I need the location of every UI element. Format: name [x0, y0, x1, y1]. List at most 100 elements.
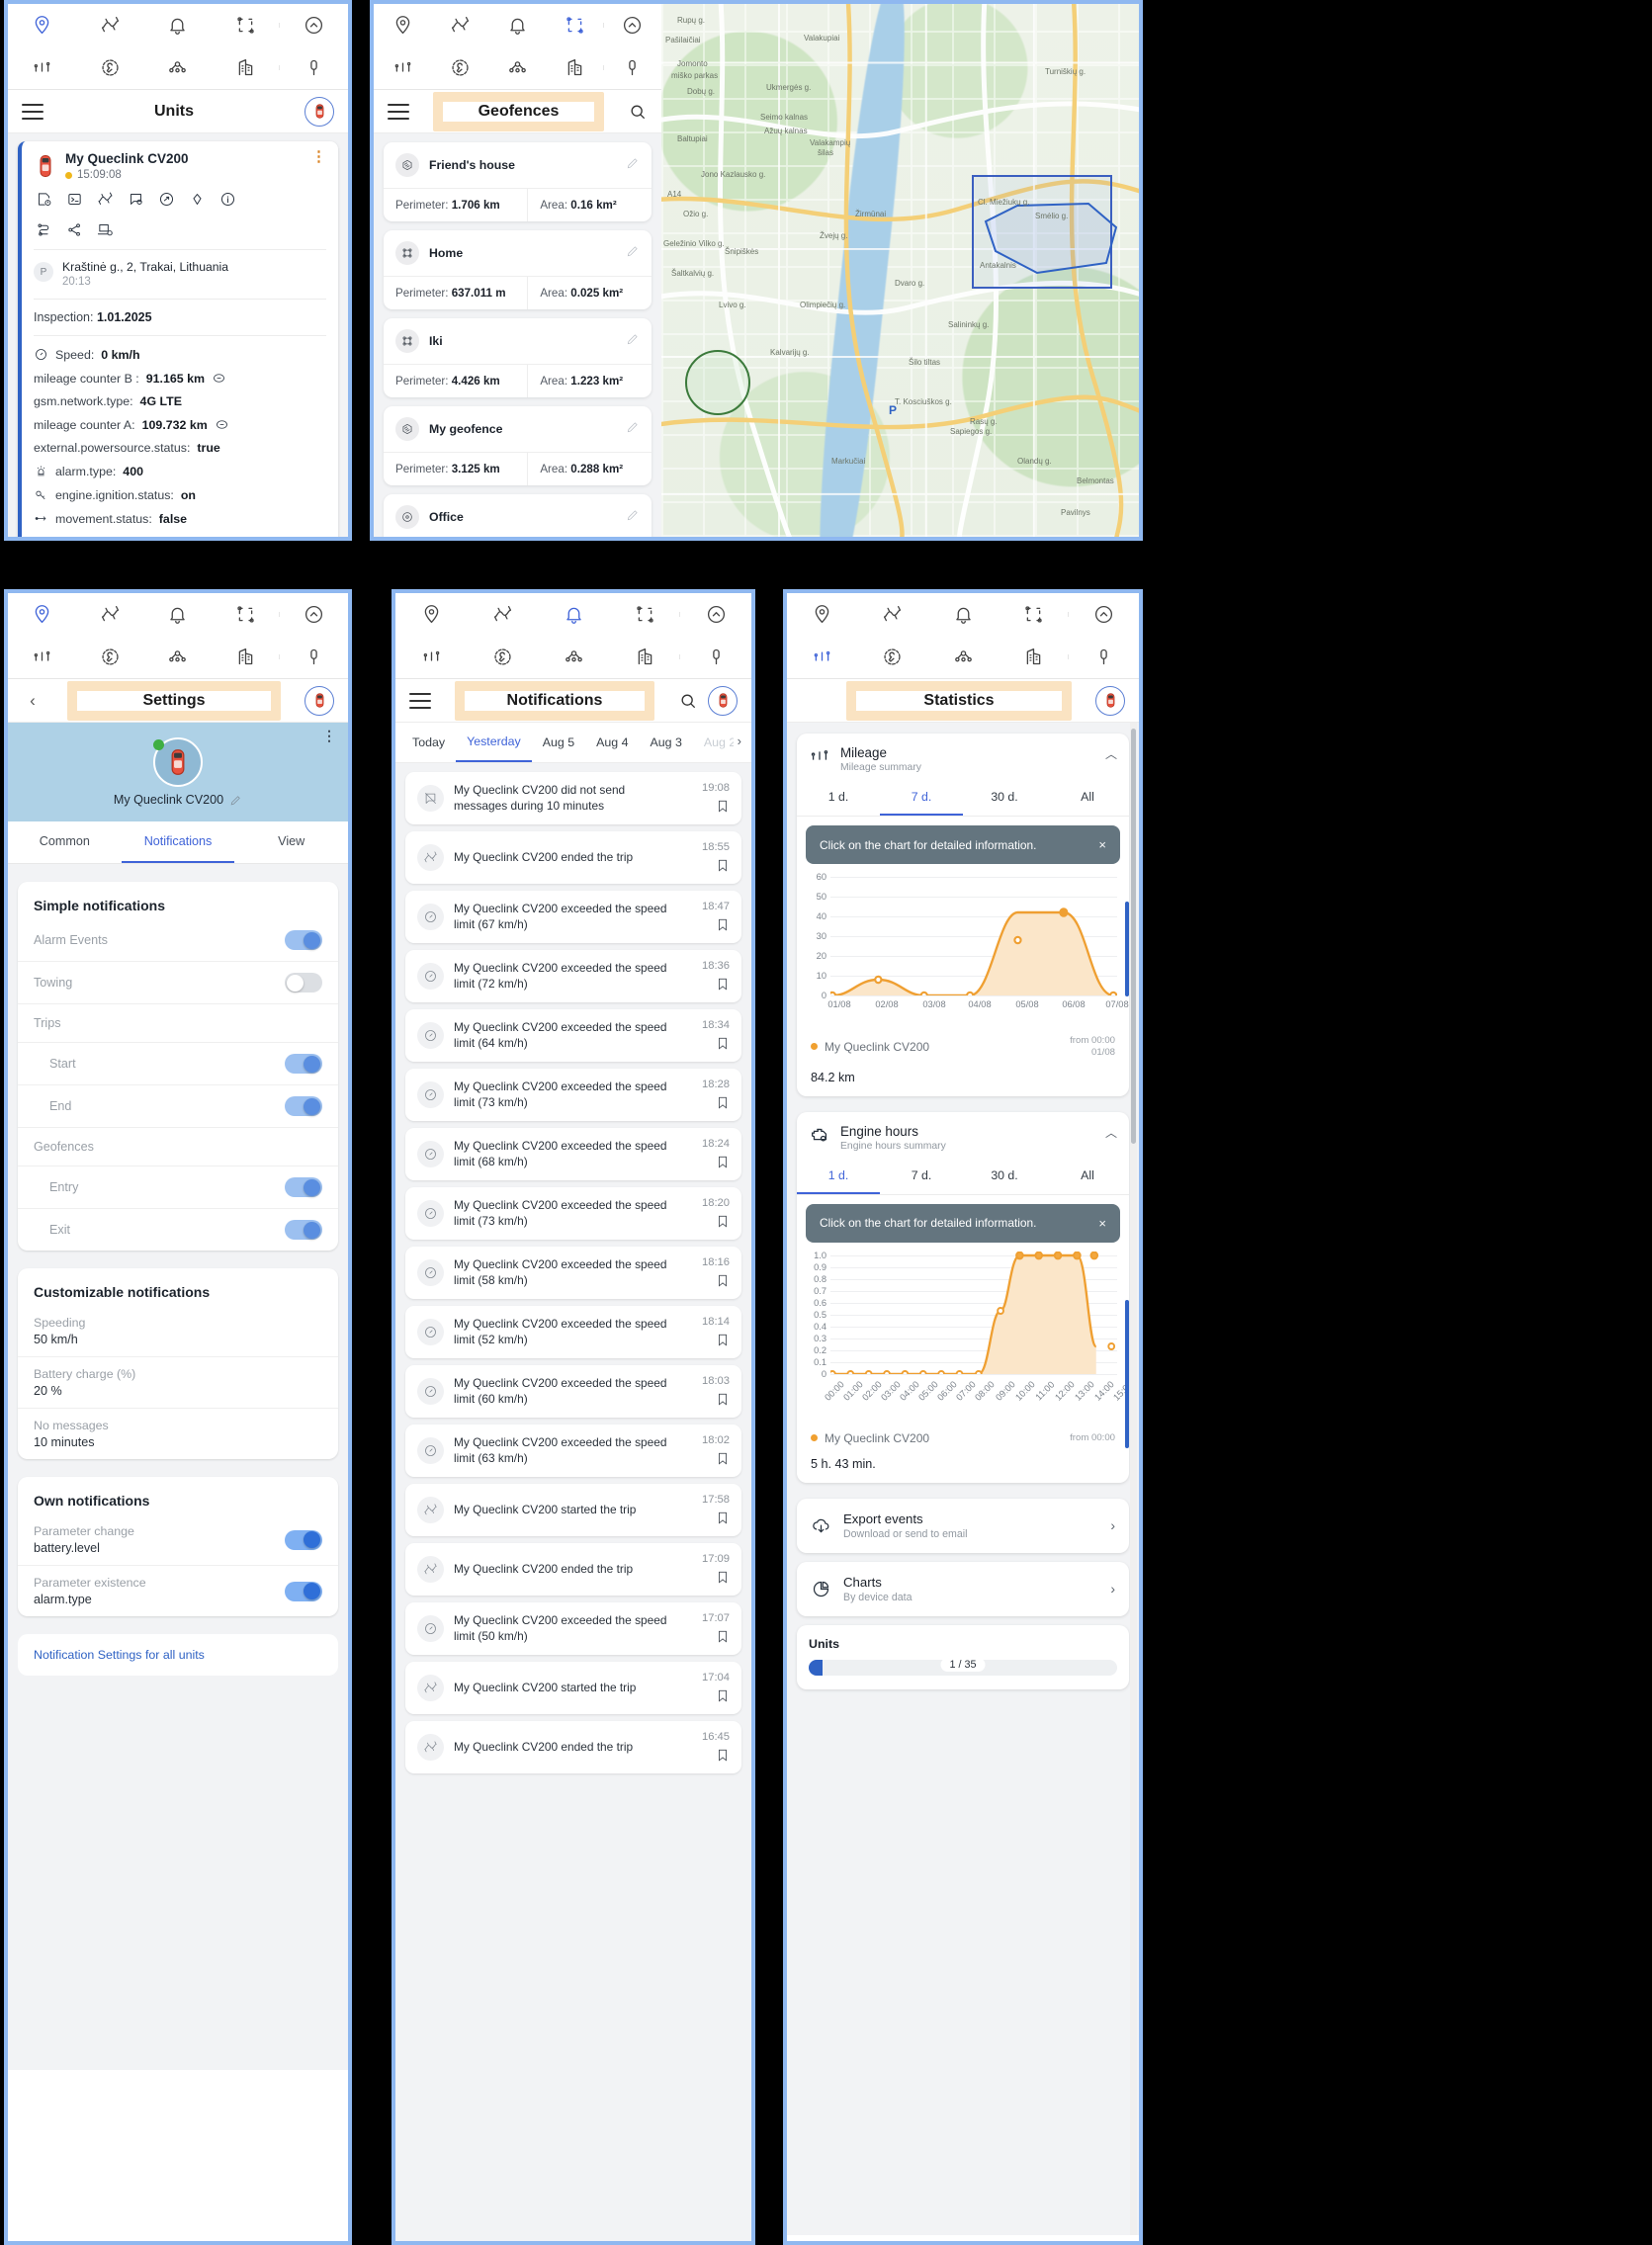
nav-location-pin[interactable]: [374, 15, 431, 36]
chevron-right-icon[interactable]: ›: [1110, 1581, 1115, 1597]
nav-share-nodes[interactable]: [144, 647, 213, 667]
geofence-card[interactable]: Friend's house Perimeter: 1.706 km Area:…: [384, 142, 652, 221]
info-icon[interactable]: [219, 191, 236, 208]
tab-view[interactable]: View: [234, 821, 348, 863]
nav-share-nodes[interactable]: [488, 57, 546, 78]
menu-button[interactable]: [388, 103, 409, 120]
bookmark-button[interactable]: [686, 1628, 730, 1645]
device-settings-icon[interactable]: [97, 221, 114, 238]
edit-geofence-button[interactable]: [626, 156, 640, 175]
list-item[interactable]: My Queclink CV200 ended the trip 17:09: [405, 1543, 741, 1596]
map-pane[interactable]: P Rupų g. Pašilaičiai Jomonto miško park…: [661, 4, 1139, 537]
list-item[interactable]: My Queclink CV200 exceeded the speed lim…: [405, 1247, 741, 1299]
route-icon[interactable]: [97, 191, 114, 208]
nav-maintenance[interactable]: [431, 57, 488, 78]
nav-notifications[interactable]: [144, 604, 213, 625]
setting-row-no-messages[interactable]: No messages 10 minutes: [18, 1409, 338, 1459]
nav-company[interactable]: [547, 57, 605, 78]
bookmark-button[interactable]: [686, 1391, 730, 1408]
nav-statistics[interactable]: [395, 647, 467, 667]
tab-aug-5[interactable]: Aug 5: [532, 724, 585, 761]
nav-share-nodes[interactable]: [144, 57, 213, 78]
list-item[interactable]: My Queclink CV200 started the trip 17:58: [405, 1484, 741, 1536]
bookmark-button[interactable]: [686, 798, 730, 815]
bookmark-button[interactable]: [686, 1213, 730, 1230]
list-item[interactable]: My Queclink CV200 did not send messages …: [405, 772, 741, 824]
list-item[interactable]: My Queclink CV200 exceeded the speed lim…: [405, 891, 741, 943]
nav-company[interactable]: [212, 57, 280, 78]
export-events-row[interactable]: Export events Download or send to email ›: [797, 1498, 1129, 1553]
mileage-chart[interactable]: 60 50 40 30 20 10 0 01/08 02/08 03/08 04…: [805, 872, 1129, 1011]
chevron-right-icon[interactable]: ›: [1110, 1517, 1115, 1533]
nav-geofences[interactable]: [999, 604, 1070, 625]
setting-row-trip-start[interactable]: Start: [18, 1043, 338, 1085]
edit-geofence-button[interactable]: [626, 420, 640, 439]
list-item[interactable]: My Queclink CV200 ended the trip 16:45: [405, 1721, 741, 1773]
nav-statistics[interactable]: [374, 57, 431, 78]
slider-knob[interactable]: [809, 1659, 823, 1676]
bookmark-button[interactable]: [686, 1272, 730, 1289]
list-item[interactable]: My Queclink CV200 exceeded the speed lim…: [405, 1306, 741, 1358]
range-1d[interactable]: 1 d.: [797, 1160, 880, 1194]
units-slider[interactable]: 1 / 35: [809, 1657, 1117, 1676]
report-icon[interactable]: [36, 191, 52, 208]
list-item[interactable]: My Queclink CV200 ended the trip 18:55: [405, 831, 741, 884]
range-all[interactable]: All: [1046, 1160, 1129, 1194]
nav-route[interactable]: [431, 15, 488, 36]
list-item[interactable]: My Queclink CV200 exceeded the speed lim…: [405, 1128, 741, 1180]
unit-avatar-button[interactable]: [1095, 685, 1125, 716]
nav-notifications[interactable]: [488, 15, 546, 36]
toggle-parameter-existence[interactable]: [285, 1581, 322, 1601]
nav-route[interactable]: [76, 15, 144, 36]
command-icon[interactable]: [66, 191, 83, 208]
geofence-card[interactable]: My geofence Perimeter: 3.125 km Area: 0.…: [384, 406, 652, 485]
unit-more-button[interactable]: ⋮: [311, 149, 326, 164]
bookmark-button[interactable]: [686, 1094, 730, 1111]
setting-row-trip-end[interactable]: End: [18, 1085, 338, 1128]
pencil-icon[interactable]: [229, 794, 242, 807]
nav-maintenance[interactable]: [467, 647, 538, 667]
bookmark-button[interactable]: [686, 1747, 730, 1764]
setting-row-parameter-change[interactable]: Parameter change battery.level: [18, 1514, 338, 1566]
nav-location-pin[interactable]: [395, 604, 467, 625]
list-item[interactable]: My Queclink CV200 exceeded the speed lim…: [405, 1187, 741, 1240]
nav-share-nodes[interactable]: [927, 647, 998, 667]
back-button[interactable]: ‹: [22, 691, 43, 711]
list-item[interactable]: My Queclink CV200 started the trip 17:04: [405, 1662, 741, 1714]
bookmark-button[interactable]: [686, 916, 730, 933]
unit-card[interactable]: My Queclink CV200 15:09:08 ⋮ P Kraštinė …: [18, 141, 338, 537]
nav-maintenance[interactable]: [857, 647, 927, 667]
setting-row-geofence-exit[interactable]: Exit: [18, 1209, 338, 1251]
toggle-geofence-entry[interactable]: [285, 1177, 322, 1197]
menu-button[interactable]: [409, 692, 431, 709]
list-item[interactable]: My Queclink CV200 exceeded the speed lim…: [405, 1069, 741, 1121]
bookmark-button[interactable]: [686, 1154, 730, 1170]
minus-circle-icon[interactable]: [212, 371, 226, 386]
nav-geofences[interactable]: [609, 604, 680, 625]
setting-row-battery-charge[interactable]: Battery charge (%) 20 %: [18, 1357, 338, 1409]
search-icon[interactable]: [678, 691, 698, 711]
nav-location-pin[interactable]: [8, 604, 76, 625]
nav-geofences[interactable]: [212, 604, 280, 625]
nav-pin[interactable]: [280, 647, 348, 667]
nav-collapse[interactable]: [680, 604, 751, 625]
nav-notifications[interactable]: [538, 604, 609, 625]
toggle-alarm-events[interactable]: [285, 930, 322, 950]
nav-statistics[interactable]: [787, 647, 857, 667]
nav-share-nodes[interactable]: [538, 647, 609, 667]
range-30d[interactable]: 30 d.: [963, 781, 1046, 816]
unit-avatar-button[interactable]: [708, 685, 738, 716]
share-icon[interactable]: [66, 221, 83, 238]
range-all[interactable]: All: [1046, 781, 1129, 816]
nav-pin[interactable]: [280, 57, 348, 78]
bookmark-button[interactable]: [686, 1510, 730, 1526]
range-7d[interactable]: 7 d.: [880, 781, 963, 816]
trips-icon[interactable]: [36, 221, 52, 238]
edit-geofence-button[interactable]: [626, 244, 640, 263]
locate-icon[interactable]: [189, 191, 206, 208]
edit-geofence-button[interactable]: [626, 508, 640, 527]
nav-collapse[interactable]: [604, 15, 661, 36]
setting-row-speeding[interactable]: Speeding 50 km/h: [18, 1306, 338, 1357]
nav-location-pin[interactable]: [8, 15, 76, 36]
charts-row[interactable]: Charts By device data ›: [797, 1561, 1129, 1616]
